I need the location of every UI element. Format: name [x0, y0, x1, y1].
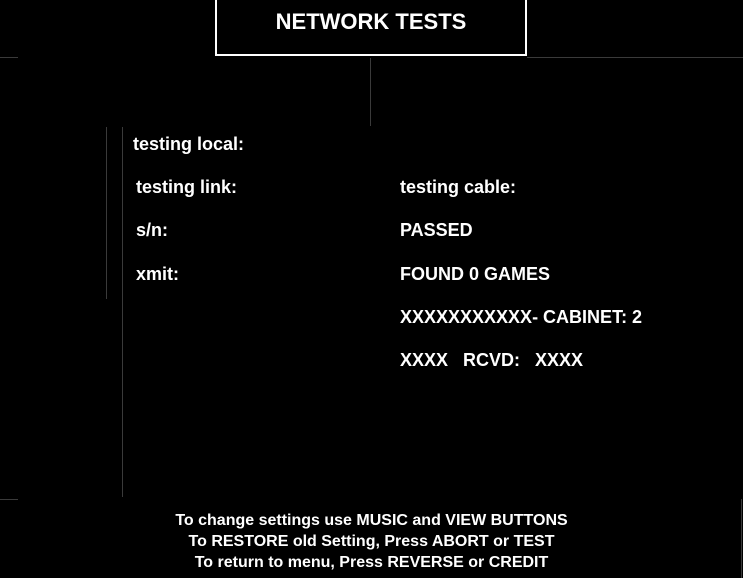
testing-link-label: testing link: — [136, 177, 238, 197]
separator-line — [0, 499, 18, 500]
xmit-rcvd-value: XXXX RCVD: XXXX — [400, 350, 584, 370]
separator-line — [527, 57, 743, 58]
found-games-value: FOUND 0 GAMES — [400, 264, 551, 284]
serial-cabinet-value: XXXXXXXXXXX- CABINET: 2 — [400, 307, 643, 327]
test-status-value: PASSED — [400, 220, 473, 240]
footer-instructions: To change settings use MUSIC and VIEW BU… — [0, 510, 743, 573]
footer-line-return-menu: To return to menu, Press REVERSE or CRED… — [194, 554, 549, 571]
serial-number-label: s/n: — [136, 220, 169, 240]
testing-cable-label: testing cable: — [400, 177, 517, 197]
footer-line-restore: To RESTORE old Setting, Press ABORT or T… — [188, 533, 555, 550]
separator-line — [370, 58, 371, 126]
page-title-text: NETWORK TESTS — [275, 9, 467, 34]
separator-line — [106, 127, 107, 299]
testing-local-label: testing local: — [133, 134, 245, 154]
page-title: NETWORK TESTS — [215, 0, 527, 56]
separator-line — [122, 127, 123, 497]
footer-line-change-settings: To change settings use MUSIC and VIEW BU… — [175, 512, 568, 529]
xmit-label: xmit: — [136, 264, 180, 284]
separator-line — [0, 57, 18, 58]
